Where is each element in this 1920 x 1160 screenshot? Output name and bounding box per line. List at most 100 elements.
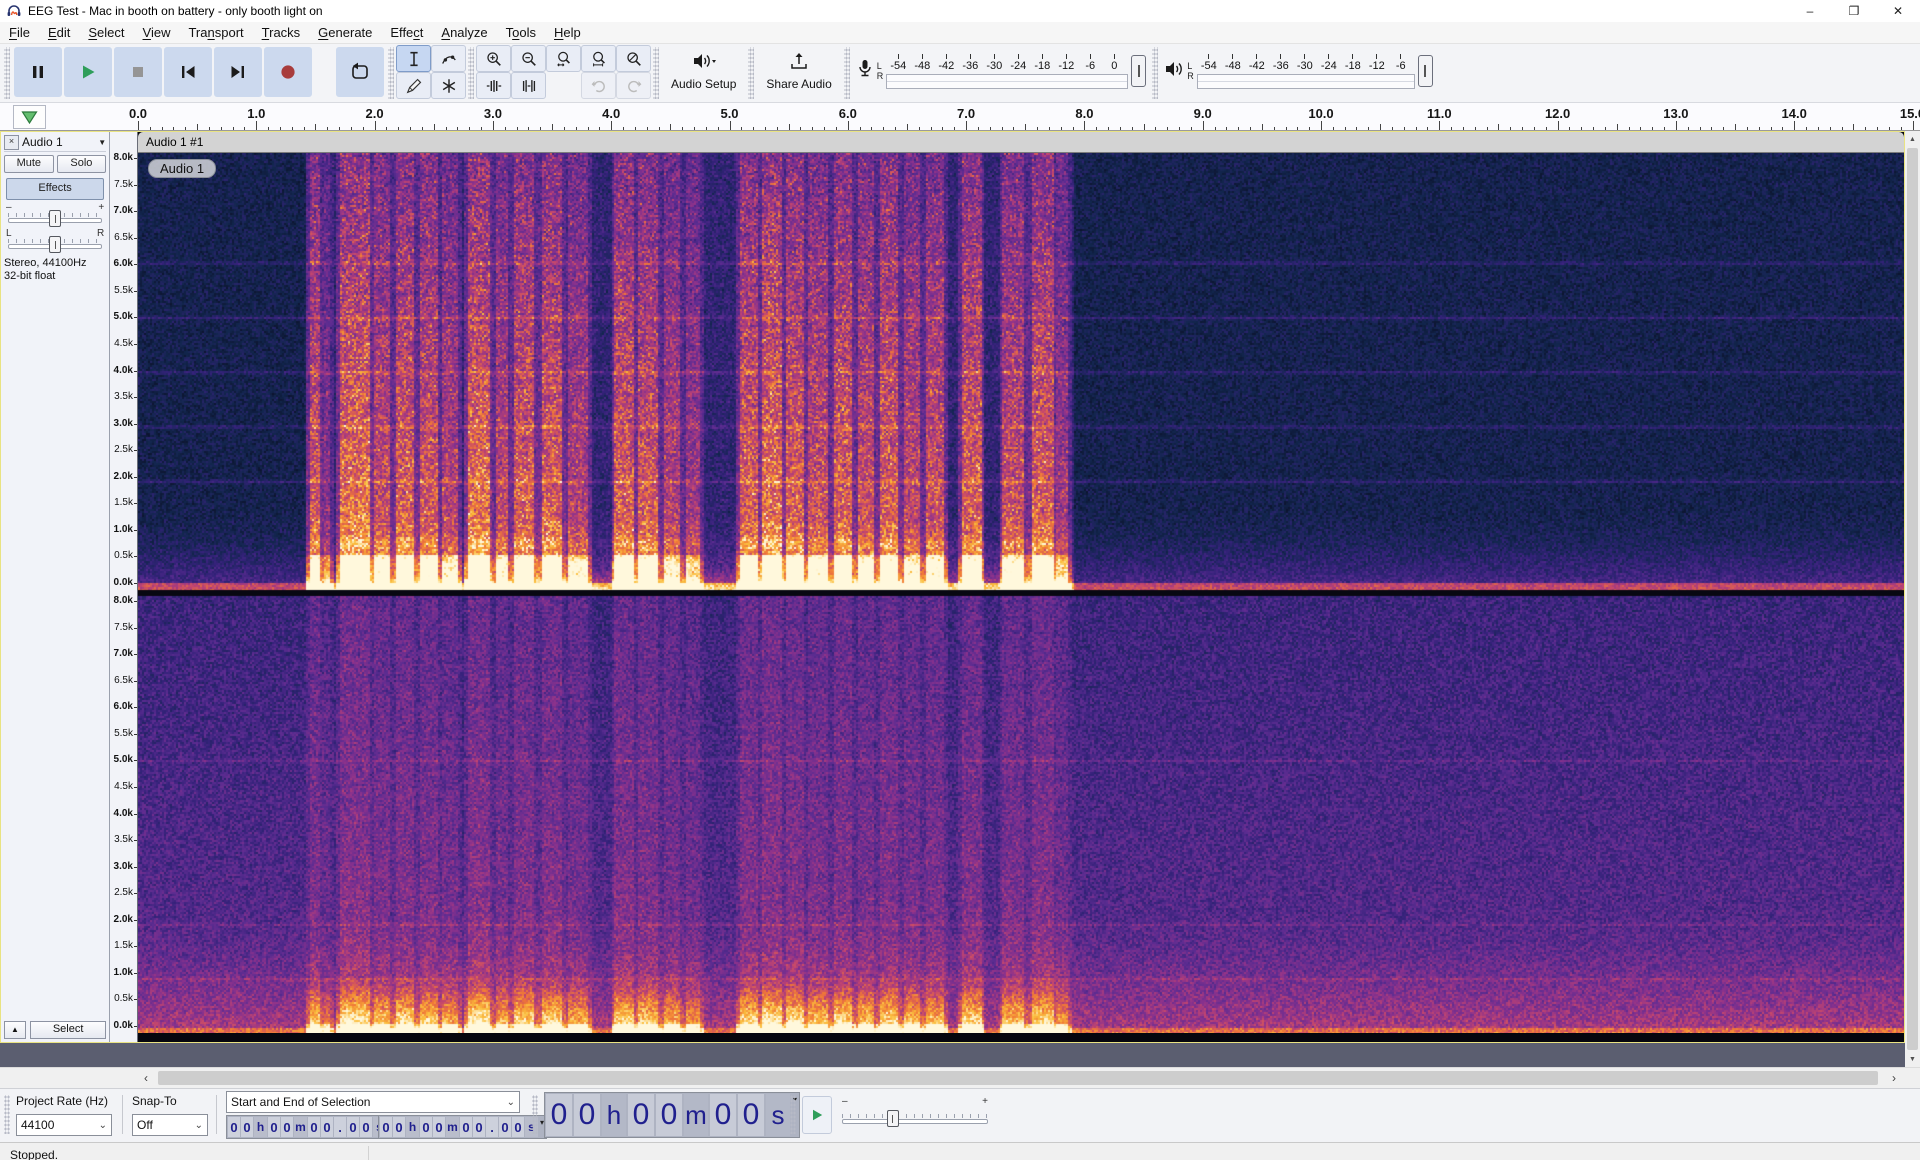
record-meter-grip[interactable] — [844, 47, 850, 99]
collapse-track-button[interactable]: ▲ — [4, 1021, 26, 1039]
undo-button[interactable] — [581, 72, 616, 99]
selection-tool-button[interactable] — [396, 45, 431, 72]
zoom-selection-button[interactable] — [546, 45, 581, 72]
project-rate-combo[interactable]: 44100 ⌄ — [16, 1114, 112, 1136]
audio-position-field[interactable]: 00h00m00s▾ — [544, 1092, 800, 1138]
selection-end-field[interactable]: 00h00m00.00s▾ — [378, 1115, 547, 1139]
time-digit[interactable]: 0 — [628, 1094, 654, 1136]
silence-audio-button[interactable] — [511, 72, 546, 99]
timeline-options-button[interactable] — [13, 105, 46, 129]
close-button[interactable]: ✕ — [1876, 0, 1920, 22]
menu-analyze[interactable]: Analyze — [432, 23, 496, 42]
selection-start-field[interactable]: 00h00m00.00s▾ — [226, 1115, 395, 1139]
menu-file[interactable]: File — [0, 23, 39, 42]
menu-select[interactable]: Select — [79, 23, 133, 42]
transport-toolbar-grip[interactable] — [4, 47, 10, 99]
time-digit[interactable]: 0 — [241, 1117, 253, 1137]
pause-button[interactable] — [14, 47, 62, 97]
speed-slider-thumb[interactable] — [887, 1110, 899, 1127]
scroll-right-arrow[interactable]: › — [1885, 1068, 1903, 1088]
track-name[interactable]: Audio 1 — [22, 135, 95, 149]
redo-button[interactable] — [616, 72, 651, 99]
time-digit[interactable]: 0 — [380, 1117, 392, 1137]
draw-tool-button[interactable] — [396, 72, 431, 99]
share-audio-grip[interactable] — [748, 47, 754, 99]
vertical-scrollbar[interactable]: ▲ ▼ — [1905, 131, 1920, 1067]
loop-button[interactable] — [336, 47, 384, 97]
menu-tracks[interactable]: Tracks — [253, 23, 310, 42]
solo-button[interactable]: Solo — [57, 155, 107, 173]
time-digit[interactable]: 0 — [393, 1117, 405, 1137]
time-digit[interactable]: . — [334, 1117, 346, 1137]
menu-transport[interactable]: Transport — [179, 23, 252, 42]
fit-project-button[interactable] — [581, 45, 616, 72]
time-digit[interactable]: 0 — [433, 1117, 445, 1137]
time-digit[interactable]: 0 — [546, 1094, 572, 1136]
selection-mode-combo[interactable]: Start and End of Selection ⌄ — [226, 1091, 520, 1113]
restore-button[interactable]: ❐ — [1832, 0, 1876, 22]
time-digit[interactable]: 0 — [460, 1117, 472, 1137]
record-meter[interactable]: LR -54-48-42-36-30-24-18-12-60 — [852, 45, 1151, 97]
clip-title-bar[interactable]: Audio 1 #1 — [138, 132, 1904, 153]
time-digit[interactable]: 0 — [308, 1117, 320, 1137]
play-button[interactable] — [64, 47, 112, 97]
horizontal-scrollbar-thumb[interactable] — [158, 1071, 1878, 1085]
menu-tools[interactable]: Tools — [497, 23, 545, 42]
zoom-out-button[interactable] — [511, 45, 546, 72]
zoom-toggle-button[interactable] — [616, 45, 651, 72]
scroll-left-arrow[interactable]: ‹ — [137, 1068, 155, 1088]
stop-button[interactable] — [114, 47, 162, 97]
play-meter-slider-handle[interactable] — [1418, 55, 1433, 87]
time-digit[interactable]: 0 — [360, 1117, 372, 1137]
edit-toolbar-grip[interactable] — [468, 47, 474, 99]
multi-tool-button[interactable] — [431, 72, 466, 99]
time-digit[interactable]: 0 — [512, 1117, 524, 1137]
gain-slider[interactable]: – + — [6, 202, 104, 226]
envelope-tool-button[interactable] — [431, 45, 466, 72]
playback-meter[interactable]: LR -54-48-42-36-30-24-18-12-6 — [1160, 45, 1437, 97]
spectrogram-canvas[interactable] — [138, 153, 1904, 1033]
play-meter-grip[interactable] — [1152, 47, 1158, 99]
minimize-button[interactable]: – — [1788, 0, 1832, 22]
time-digit[interactable]: 0 — [710, 1094, 736, 1136]
pan-slider-thumb[interactable] — [49, 236, 61, 253]
time-digit[interactable]: 0 — [473, 1117, 485, 1137]
menu-generate[interactable]: Generate — [309, 23, 381, 42]
track-menu-arrow-icon[interactable]: ▼ — [98, 138, 106, 147]
horizontal-scrollbar[interactable]: ‹ › — [0, 1067, 1920, 1088]
zoom-in-button[interactable] — [476, 45, 511, 72]
scroll-down-arrow[interactable]: ▼ — [1905, 1051, 1920, 1067]
time-digit[interactable]: 0 — [347, 1117, 359, 1137]
gain-slider-thumb[interactable] — [49, 210, 61, 227]
audio-setup-grip[interactable] — [653, 47, 659, 99]
select-track-button[interactable]: Select — [30, 1021, 106, 1039]
timeline-ruler[interactable]: 0.01.02.03.04.05.06.07.08.09.010.011.012… — [0, 103, 1920, 131]
time-digit[interactable]: 0 — [268, 1117, 280, 1137]
time-digit[interactable]: 0 — [656, 1094, 682, 1136]
time-digit[interactable]: 0 — [738, 1094, 764, 1136]
time-digit[interactable]: 0 — [281, 1117, 293, 1137]
time-digit[interactable]: 0 — [420, 1117, 432, 1137]
time-digit[interactable]: . — [486, 1117, 498, 1137]
play-at-speed-button[interactable] — [802, 1096, 832, 1134]
share-audio-button[interactable]: Share Audio — [756, 45, 841, 97]
record-meter-slider-handle[interactable] — [1131, 55, 1146, 87]
effects-button[interactable]: Effects — [6, 178, 104, 200]
mute-button[interactable]: Mute — [4, 155, 54, 173]
selbar-grip-2[interactable] — [532, 1095, 538, 1134]
pan-slider[interactable]: L R — [6, 228, 104, 252]
selbar-grip-1[interactable] — [4, 1095, 10, 1134]
vertical-scrollbar-thumb[interactable] — [1907, 148, 1918, 1050]
skip-to-start-button[interactable] — [164, 47, 212, 97]
time-digit[interactable]: 0 — [499, 1117, 511, 1137]
tools-toolbar-grip[interactable] — [388, 47, 394, 99]
playback-speed-slider[interactable]: – + — [840, 1096, 990, 1132]
menu-effect[interactable]: Effect — [381, 23, 432, 42]
selbar-grip-3[interactable] — [790, 1095, 796, 1134]
audio-setup-button[interactable]: Audio Setup — [661, 45, 746, 97]
time-digit[interactable]: 0 — [574, 1094, 600, 1136]
scroll-up-arrow[interactable]: ▲ — [1905, 131, 1920, 147]
menu-help[interactable]: Help — [545, 23, 590, 42]
record-button[interactable] — [264, 47, 312, 97]
menu-edit[interactable]: Edit — [39, 23, 79, 42]
